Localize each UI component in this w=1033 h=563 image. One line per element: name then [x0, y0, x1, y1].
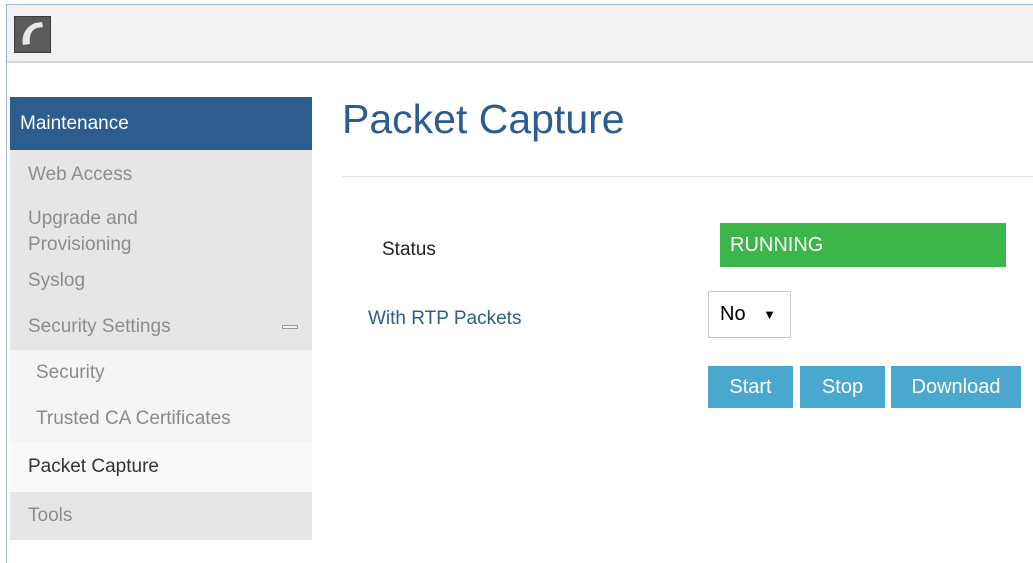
- sidebar-item-label: Security Settings: [28, 316, 171, 337]
- rtp-packets-value: No: [720, 303, 746, 325]
- sidebar-item-tools[interactable]: Tools: [10, 492, 312, 540]
- sidebar-item-label: Packet Capture: [28, 456, 159, 477]
- sidebar-item-security-settings[interactable]: Security Settings: [10, 304, 312, 350]
- sidebar-item-label: Web Access: [28, 164, 133, 185]
- sidebar-item-label: Trusted CA Certificates: [36, 408, 231, 429]
- dropdown-arrow-icon: ▼: [763, 307, 776, 322]
- sidebar-header-maintenance[interactable]: Maintenance: [10, 97, 312, 150]
- start-button[interactable]: Start: [708, 366, 793, 408]
- top-bar: [7, 5, 1033, 63]
- sidebar-item-security[interactable]: Security: [10, 350, 312, 396]
- download-button[interactable]: Download: [891, 366, 1021, 408]
- sidebar-item-packet-capture[interactable]: Packet Capture: [10, 442, 312, 492]
- title-divider: [342, 176, 1033, 177]
- collapse-icon[interactable]: [282, 325, 298, 329]
- sidebar-item-trusted-ca-certificates[interactable]: Trusted CA Certificates: [10, 396, 312, 442]
- rtp-packets-select[interactable]: No ▼: [708, 291, 791, 338]
- sidebar-item-label: Security: [36, 362, 105, 383]
- sidebar-item-label: Upgrade and Provisioning: [28, 208, 138, 255]
- sidebar-item-upgrade-provisioning[interactable]: Upgrade and Provisioning: [10, 200, 312, 258]
- sidebar-item-web-access[interactable]: Web Access: [10, 150, 312, 200]
- page-title: Packet Capture: [342, 96, 625, 142]
- sidebar-item-syslog[interactable]: Syslog: [10, 258, 312, 304]
- rtp-packets-label: With RTP Packets: [368, 308, 522, 329]
- status-badge: RUNNING: [720, 223, 1006, 267]
- sidebar-item-label: Tools: [28, 505, 73, 526]
- phone-handset-icon[interactable]: [14, 16, 51, 53]
- status-label: Status: [382, 239, 436, 260]
- sidebar-item-label: Syslog: [28, 270, 86, 291]
- stop-button[interactable]: Stop: [800, 366, 885, 408]
- sidebar: Maintenance Web Access Upgrade and Provi…: [10, 97, 312, 540]
